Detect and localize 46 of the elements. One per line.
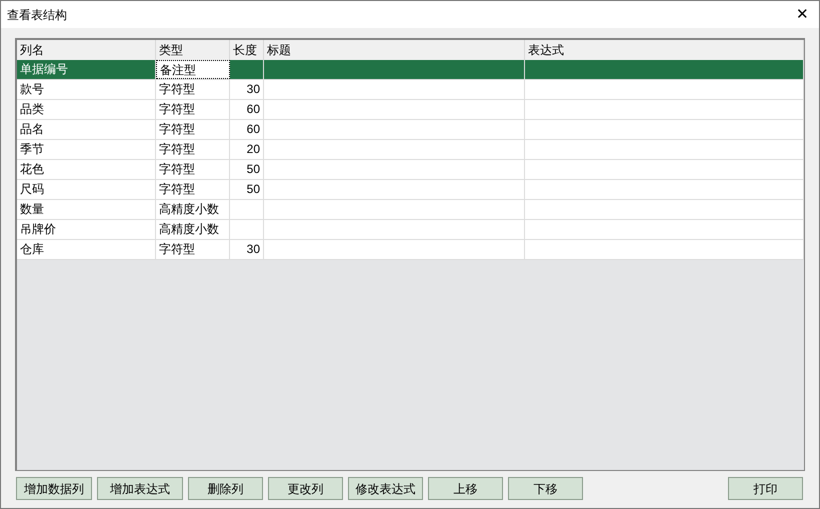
table-cell: 数量 xyxy=(17,200,156,219)
toolbar-button[interactable]: 下移 xyxy=(508,477,583,500)
table-cell: 季节 xyxy=(17,140,156,159)
table-cell: 品名 xyxy=(17,120,156,139)
table-cell: 30 xyxy=(230,80,264,99)
table-row[interactable]: 季节 字符型 20 xyxy=(17,140,804,160)
table-cell: 50 xyxy=(230,180,264,199)
table-row[interactable]: 款号 字符型 30 xyxy=(17,80,804,100)
table-cell: 高精度小数 xyxy=(156,200,230,219)
table-row[interactable]: 品名 字符型 60 xyxy=(17,120,804,140)
toolbar-button[interactable]: 上移 xyxy=(428,477,503,500)
table-cell: 花色 xyxy=(17,160,156,179)
table-cell: 50 xyxy=(230,160,264,179)
table-row[interactable]: 数量 高精度小数 xyxy=(17,200,804,220)
table-row[interactable]: 仓库 字符型 30 xyxy=(17,240,804,260)
table-row[interactable]: 花色 字符型 50 xyxy=(17,160,804,180)
table-cell: 字符型 xyxy=(156,240,230,259)
toolbar-button[interactable]: 修改表达式 xyxy=(348,477,423,500)
table-cell: 吊牌价 xyxy=(17,220,156,239)
toolbar-button[interactable]: 增加表达式 xyxy=(97,477,183,500)
table-cell: 60 xyxy=(230,100,264,119)
window-title: 查看表结构 xyxy=(7,6,67,24)
toolbar-button[interactable]: 打印 xyxy=(728,477,803,500)
table-cell: 款号 xyxy=(17,80,156,99)
table-cell: 高精度小数 xyxy=(156,220,230,239)
table-row[interactable]: 吊牌价 高精度小数 xyxy=(17,220,804,240)
table-cell: 字符型 xyxy=(156,80,230,99)
table-row[interactable]: 单据编号 备注型 xyxy=(17,60,804,80)
table-cell: 字符型 xyxy=(156,140,230,159)
table-cell: 字符型 xyxy=(156,100,230,119)
table-cell: 30 xyxy=(230,240,264,259)
table-cell: 仓库 xyxy=(17,240,156,259)
table-cell: 尺码 xyxy=(17,180,156,199)
table-row[interactable]: 品类 字符型 60 xyxy=(17,100,804,120)
table-cell: 20 xyxy=(230,140,264,159)
toolbar-button[interactable]: 更改列 xyxy=(268,477,343,500)
table-cell: 品类 xyxy=(17,100,156,119)
table-row[interactable]: 尺码 字符型 50 xyxy=(17,180,804,200)
table-cell: 备注型 xyxy=(156,60,230,79)
table-cell: 60 xyxy=(230,120,264,139)
close-button[interactable]: ✕ xyxy=(796,7,809,22)
table-cell: 字符型 xyxy=(156,120,230,139)
toolbar-button[interactable]: 增加数据列 xyxy=(16,477,92,500)
toolbar-button[interactable]: 删除列 xyxy=(188,477,263,500)
table-cell: 字符型 xyxy=(156,160,230,179)
table-cell: 字符型 xyxy=(156,180,230,199)
